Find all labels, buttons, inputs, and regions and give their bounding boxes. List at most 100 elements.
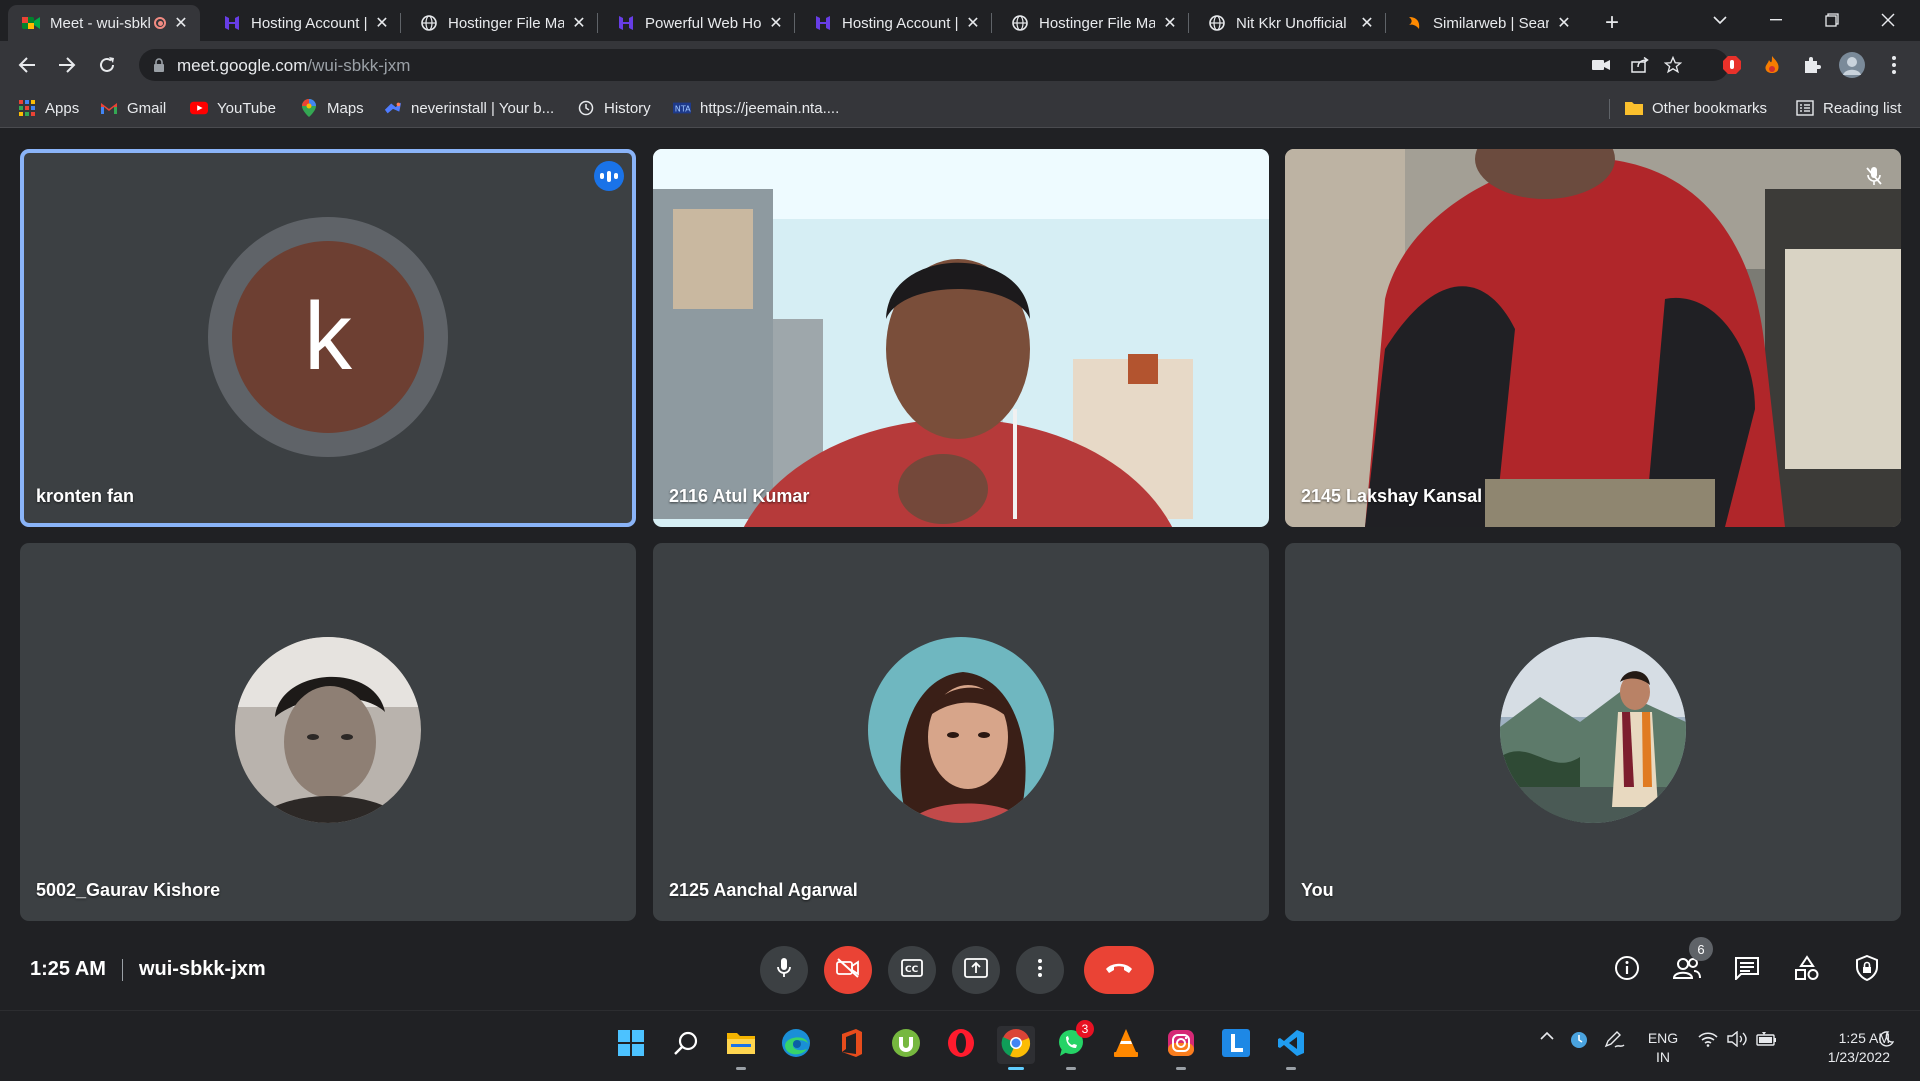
taskbar-chrome[interactable] — [997, 1026, 1035, 1070]
bookmark-label: Apps — [45, 99, 80, 117]
close-tab-icon[interactable]: ✕ — [570, 14, 588, 32]
edge-browser-icon — [781, 1028, 811, 1063]
close-tab-icon[interactable]: ✕ — [964, 14, 982, 32]
file-explorer-icon — [726, 1030, 756, 1061]
profile-avatar[interactable] — [1838, 51, 1866, 79]
recording-icon — [154, 17, 166, 29]
battery-status[interactable] — [1756, 1031, 1778, 1047]
bookmark-jeemain[interactable]: NTA https://jeemain.nta.... — [673, 98, 839, 118]
tab-meet[interactable]: Meet - wui-sbkk-jxm ✕ — [8, 5, 200, 41]
taskbar-clock[interactable]: 1:25 AM 1/23/2022 — [1790, 1029, 1890, 1067]
captions-button[interactable]: CC — [888, 946, 936, 994]
people-count-badge: 6 — [1689, 937, 1713, 961]
bookmark-maps[interactable]: Maps — [300, 98, 364, 118]
l-app-icon — [1222, 1028, 1250, 1062]
chrome-icon — [1001, 1028, 1031, 1063]
tab-file-manager[interactable]: Hostinger File Manager ✕ — [406, 5, 598, 41]
microphone-button[interactable] — [760, 946, 808, 994]
reading-list-button[interactable]: Reading list — [1796, 98, 1901, 118]
participant-tile-gaurav-kishore[interactable]: 5002_Gaurav Kishore — [20, 543, 636, 921]
taskbar-utorrent[interactable] — [887, 1026, 925, 1064]
tray-app-icon[interactable] — [1570, 1031, 1588, 1049]
taskbar-edge[interactable] — [777, 1026, 815, 1064]
chevron-up-icon — [1540, 1031, 1554, 1040]
speaking-indicator-icon — [594, 161, 624, 191]
share-icon[interactable] — [1629, 55, 1651, 75]
taskbar-file-explorer[interactable] — [722, 1026, 760, 1070]
notifications-button[interactable] — [1878, 1031, 1894, 1047]
participant-tile-atul-kumar[interactable]: 2116 Atul Kumar — [653, 149, 1269, 527]
activities-button[interactable] — [1789, 952, 1825, 988]
minimize-button[interactable] — [1748, 0, 1804, 40]
hostinger-icon — [223, 14, 241, 32]
start-button[interactable] — [612, 1026, 650, 1064]
language-indicator[interactable]: ENG IN — [1645, 1029, 1681, 1067]
bookmark-neverinstall[interactable]: neverinstall | Your b... — [384, 98, 554, 118]
participant-tile-lakshay-kansal[interactable]: 2145 Lakshay Kansal — [1285, 149, 1901, 527]
chat-button[interactable] — [1729, 952, 1765, 988]
bookmark-history[interactable]: History — [577, 98, 651, 118]
pen-input-button[interactable] — [1603, 1031, 1625, 1049]
close-tab-icon[interactable]: ✕ — [373, 14, 391, 32]
taskbar-whatsapp[interactable]: 3 — [1052, 1020, 1094, 1070]
taskbar-vlc[interactable] — [1107, 1026, 1145, 1064]
star-bookmark-icon[interactable] — [1662, 55, 1684, 75]
bookmark-apps[interactable]: Apps — [18, 98, 79, 118]
address-bar[interactable]: meet.google.com/wui-sbkk-jxm — [139, 49, 1729, 81]
back-button[interactable] — [11, 49, 43, 81]
camera-in-use-icon[interactable] — [1590, 55, 1612, 75]
close-window-button[interactable] — [1860, 0, 1916, 40]
leave-call-button[interactable] — [1084, 946, 1154, 994]
adblock-extension-icon[interactable] — [1718, 51, 1746, 79]
muted-mic-icon — [1859, 161, 1889, 191]
taskbar-search-button[interactable] — [667, 1026, 705, 1064]
avatar — [868, 637, 1054, 823]
present-screen-button[interactable] — [952, 946, 1000, 994]
tab-web-hosting[interactable]: Powerful Web Hosting ✕ — [603, 5, 795, 41]
tab-hosting-account[interactable]: Hosting Account | Hostinger ✕ — [209, 5, 401, 41]
avatar — [1500, 637, 1686, 823]
tab-similarweb[interactable]: Similarweb | Search ✕ — [1391, 5, 1583, 41]
volume-control[interactable] — [1727, 1031, 1747, 1047]
search-icon — [673, 1030, 699, 1061]
office-icon — [838, 1028, 864, 1063]
camera-off-button[interactable] — [824, 946, 872, 994]
more-options-button[interactable] — [1016, 946, 1064, 994]
captions-cc-icon: CC — [901, 958, 923, 982]
close-tab-icon[interactable]: ✕ — [1161, 14, 1179, 32]
taskbar-instagram[interactable] — [1162, 1026, 1200, 1070]
show-hidden-icons-button[interactable] — [1540, 1031, 1554, 1041]
participant-tile-you[interactable]: You — [1285, 543, 1901, 921]
wifi-status[interactable] — [1698, 1031, 1718, 1047]
bookmark-gmail[interactable]: Gmail — [100, 98, 166, 118]
taskbar-office[interactable] — [832, 1026, 870, 1064]
participant-tile-kronten-fan[interactable]: k kronten fan — [20, 149, 636, 527]
bookmark-youtube[interactable]: YouTube — [190, 98, 276, 118]
wifi-icon — [1698, 1032, 1718, 1047]
meeting-details-button[interactable] — [1609, 952, 1645, 988]
close-tab-icon[interactable]: ✕ — [1358, 14, 1376, 32]
taskbar-vscode[interactable] — [1272, 1026, 1310, 1070]
tab-nit-kkr[interactable]: Nit Kkr Unofficial ✕ — [1194, 5, 1386, 41]
chrome-menu-icon[interactable] — [1880, 51, 1908, 79]
new-tab-button[interactable]: + — [1598, 9, 1626, 37]
close-tab-icon[interactable]: ✕ — [172, 14, 190, 32]
battery-charging-icon — [1756, 1032, 1776, 1046]
host-controls-button[interactable] — [1849, 952, 1885, 988]
taskbar-l-app[interactable] — [1217, 1026, 1255, 1064]
taskbar-opera[interactable] — [942, 1026, 980, 1064]
tab-file-manager-2[interactable]: Hostinger File Manager ✕ — [997, 5, 1189, 41]
close-tab-icon[interactable]: ✕ — [1555, 14, 1573, 32]
extensions-puzzle-icon[interactable] — [1798, 51, 1826, 79]
bookmark-other-folder[interactable]: Other bookmarks — [1625, 98, 1767, 118]
divider — [121, 958, 123, 981]
reload-button[interactable] — [91, 49, 123, 81]
tab-hosting-account-2[interactable]: Hosting Account | Hostinger ✕ — [800, 5, 992, 41]
fire-extension-icon[interactable] — [1758, 51, 1786, 79]
restore-button[interactable] — [1804, 0, 1860, 40]
participant-tile-aanchal-agarwal[interactable]: 2125 Aanchal Agarwal — [653, 543, 1269, 921]
close-tab-icon[interactable]: ✕ — [767, 14, 785, 32]
tab-title: Powerful Web Hosting — [645, 14, 761, 32]
forward-button[interactable] — [51, 49, 83, 81]
tab-search-icon[interactable] — [1692, 0, 1748, 40]
